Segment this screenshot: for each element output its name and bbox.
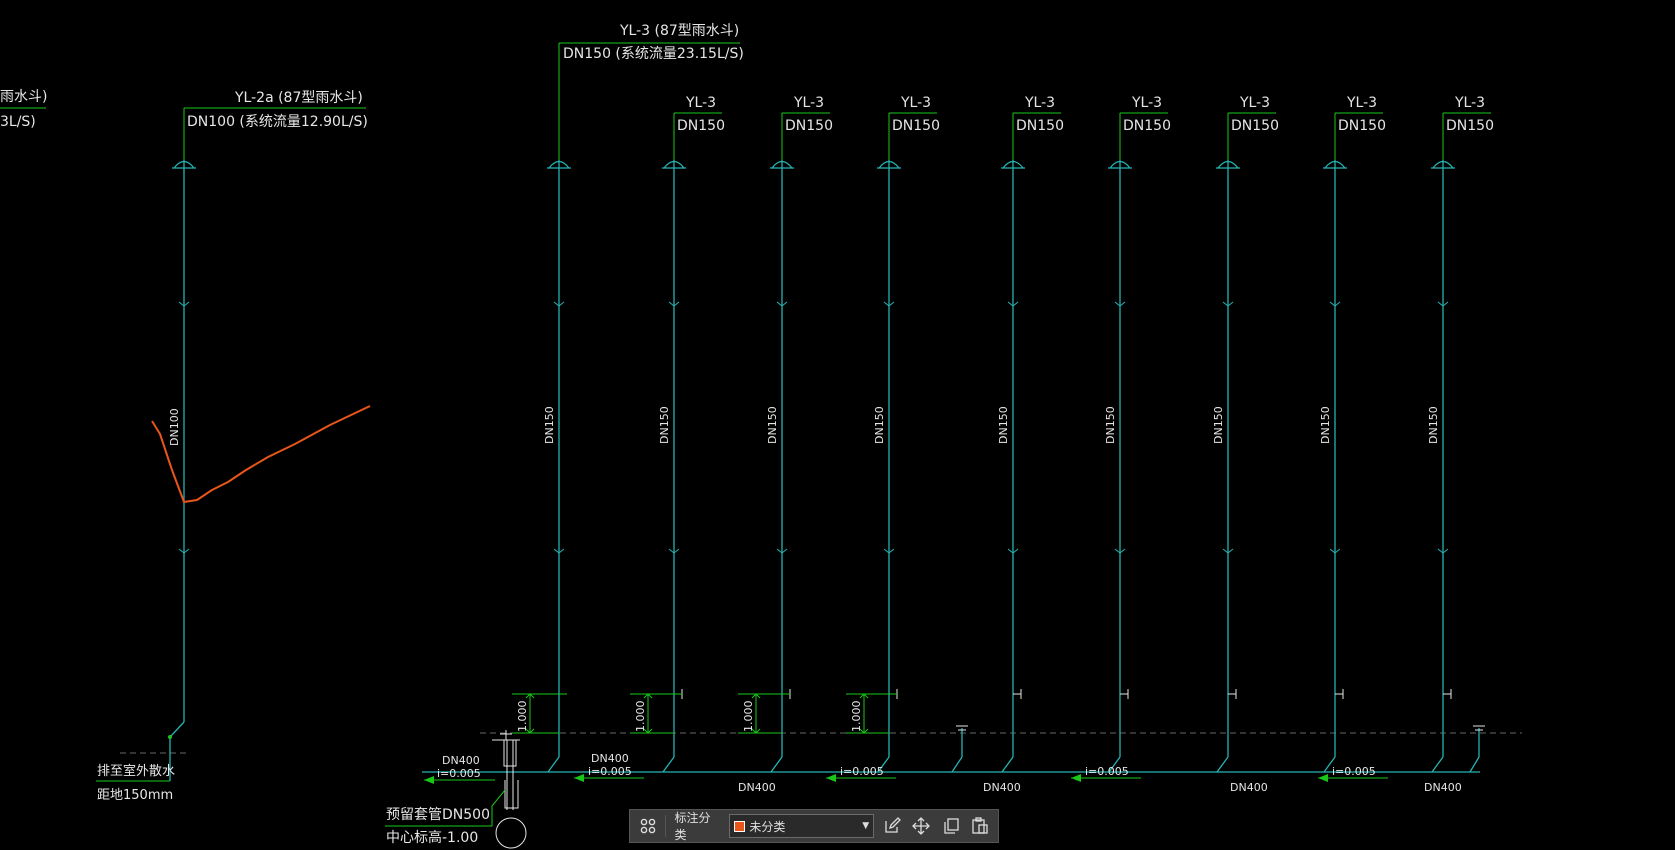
riser-pipe-label: DN150 (1319, 406, 1332, 444)
slope-second-label: i=0.005 (588, 765, 632, 778)
dn-left-label: DN400 (442, 754, 480, 767)
chevron-down-icon: ▼ (862, 821, 870, 831)
elevation-value: 1.000 (634, 701, 647, 733)
main-riser-title: YL-3 (87型雨水斗) (619, 23, 739, 39)
main-riser-pipe-label: DN150 (543, 406, 556, 444)
riser-tag: YL-3 (1239, 95, 1270, 111)
riser-yl2a-title: YL-2a (87型雨水斗) (234, 90, 363, 106)
riser-size: DN150 (1123, 118, 1171, 134)
slope-label: i=0.005 (840, 765, 884, 778)
elevation-value: 1.000 (742, 701, 755, 733)
riser-tag: YL-3 (793, 95, 824, 111)
toolbar-divider (665, 815, 667, 837)
elevation-value: 1.000 (850, 701, 863, 733)
left-partial-line2: 3L/S) (0, 114, 36, 130)
riser-size: DN150 (1231, 118, 1279, 134)
outlet-line1: 排至室外散水 (97, 763, 175, 779)
category-color-swatch (734, 820, 746, 832)
riser-size: DN150 (892, 118, 940, 134)
riser-size: DN150 (1446, 118, 1494, 134)
riser-tag: YL-3 (1024, 95, 1055, 111)
sleeve-line1: 预留套管DN500 (386, 807, 490, 823)
dn400-label: DN400 (1424, 781, 1462, 794)
dn400-label: DN400 (1230, 781, 1268, 794)
main-riser-spec: DN150 (系统流量23.15L/S) (563, 46, 744, 62)
sleeve-line2: 中心标高-1.00 (386, 829, 478, 846)
riser-pipe-label: DN150 (658, 406, 671, 444)
copy-icon[interactable] (939, 814, 962, 838)
slope-label: i=0.005 (1332, 765, 1376, 778)
riser-yl2a-pipe-label: DN100 (168, 408, 181, 446)
riser-size: DN150 (1016, 118, 1064, 134)
elevation-value: 1.000 (516, 701, 529, 733)
edit-icon[interactable] (880, 814, 903, 838)
riser-size: DN150 (785, 118, 833, 134)
riser-tag: YL-3 (900, 95, 931, 111)
outlet-node (168, 735, 172, 739)
annotation-toolbar: 标注分类 未分类 ▼ (629, 809, 999, 843)
category-select[interactable]: 未分类 ▼ (729, 814, 875, 838)
outlet-line2: 距地150mm (97, 788, 173, 803)
move-icon[interactable] (910, 814, 933, 838)
riser-pipe-label: DN150 (1427, 406, 1440, 444)
riser-tag: YL-3 (1346, 95, 1377, 111)
riser-pipe-label: DN150 (1104, 406, 1117, 444)
paste-icon[interactable] (969, 814, 992, 838)
riser-size: DN150 (1338, 118, 1386, 134)
riser-tag: YL-3 (1454, 95, 1485, 111)
cad-drawing-canvas[interactable]: 雨水斗) 3L/S) YL-2a (87型雨水斗) DN100 (系统流量12.… (0, 0, 1675, 850)
dn400-label: DN400 (983, 781, 1021, 794)
riser-size: DN150 (677, 118, 725, 134)
category-value: 未分类 (749, 819, 786, 834)
riser-pipe-label: DN150 (873, 406, 886, 444)
riser-pipe-label: DN150 (1212, 406, 1225, 444)
riser-tag: YL-3 (685, 95, 716, 111)
slope-left-label: i=0.005 (437, 767, 481, 780)
dn-second-label: DN400 (591, 752, 629, 765)
left-partial-line1: 雨水斗) (0, 89, 47, 105)
riser-yl2a-spec: DN100 (系统流量12.90L/S) (187, 114, 368, 130)
category-label: 标注分类 (674, 811, 711, 842)
grid-icon[interactable] (636, 814, 659, 838)
riser-pipe-label: DN150 (997, 406, 1010, 444)
riser-pipe-label: DN150 (766, 406, 779, 444)
riser-tag: YL-3 (1131, 95, 1162, 111)
dn400-label: DN400 (738, 781, 776, 794)
slope-label: i=0.005 (1085, 765, 1129, 778)
